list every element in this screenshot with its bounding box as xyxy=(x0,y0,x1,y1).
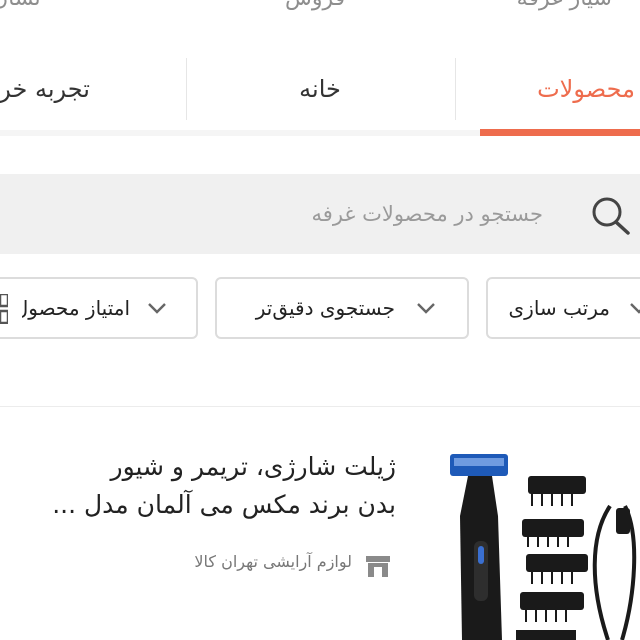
tab-separator xyxy=(186,58,187,120)
rating-filter-dropdown[interactable]: امتیاز محصول xyxy=(0,277,198,339)
store-tabs: محصولات خانه تجربه خرید xyxy=(0,58,640,128)
product-title[interactable]: ژیلت شارژی، تریمر و شیور بدن برند مکس می… xyxy=(0,448,396,524)
chevron-down-icon xyxy=(630,303,640,314)
sort-label: مرتب سازی xyxy=(508,296,610,320)
rating-label-clip: امتیاز محصول xyxy=(22,279,130,337)
search-bar xyxy=(0,174,640,254)
seller-name[interactable]: لوازم آرایشی تهران کالا xyxy=(194,552,352,571)
chevron-down-icon xyxy=(148,303,166,314)
search-icon[interactable] xyxy=(588,195,636,235)
chevron-down-icon xyxy=(417,303,435,314)
active-tab-indicator xyxy=(480,129,640,136)
product-title-line: ژیلت شارژی، تریمر و شیور xyxy=(110,452,397,481)
grid-icon[interactable] xyxy=(0,294,8,324)
tab-products[interactable]: محصولات xyxy=(496,58,640,120)
top-info-left: نشان xyxy=(0,0,41,11)
advanced-search-label: جستجوی دقیق‌تر xyxy=(255,296,395,320)
rating-label: امتیاز محصول xyxy=(22,296,130,320)
tab-experience-label: تجربه خرید xyxy=(0,75,90,103)
tab-home[interactable]: خانه xyxy=(200,58,440,120)
section-divider xyxy=(0,406,640,407)
store-icon xyxy=(366,556,390,577)
top-info-center: فروش xyxy=(285,0,345,11)
tab-experience[interactable]: تجربه خرید xyxy=(0,58,180,120)
product-image[interactable] xyxy=(440,446,640,640)
search-input[interactable] xyxy=(0,174,565,254)
product-title-line: بدن برند مکس می آلمان مدل ... xyxy=(52,490,396,519)
advanced-search-dropdown[interactable]: جستجوی دقیق‌تر xyxy=(215,277,469,339)
sort-dropdown[interactable]: مرتب سازی xyxy=(486,277,640,339)
tab-separator xyxy=(455,58,456,120)
top-info-right: شیار غرفه xyxy=(517,0,612,11)
